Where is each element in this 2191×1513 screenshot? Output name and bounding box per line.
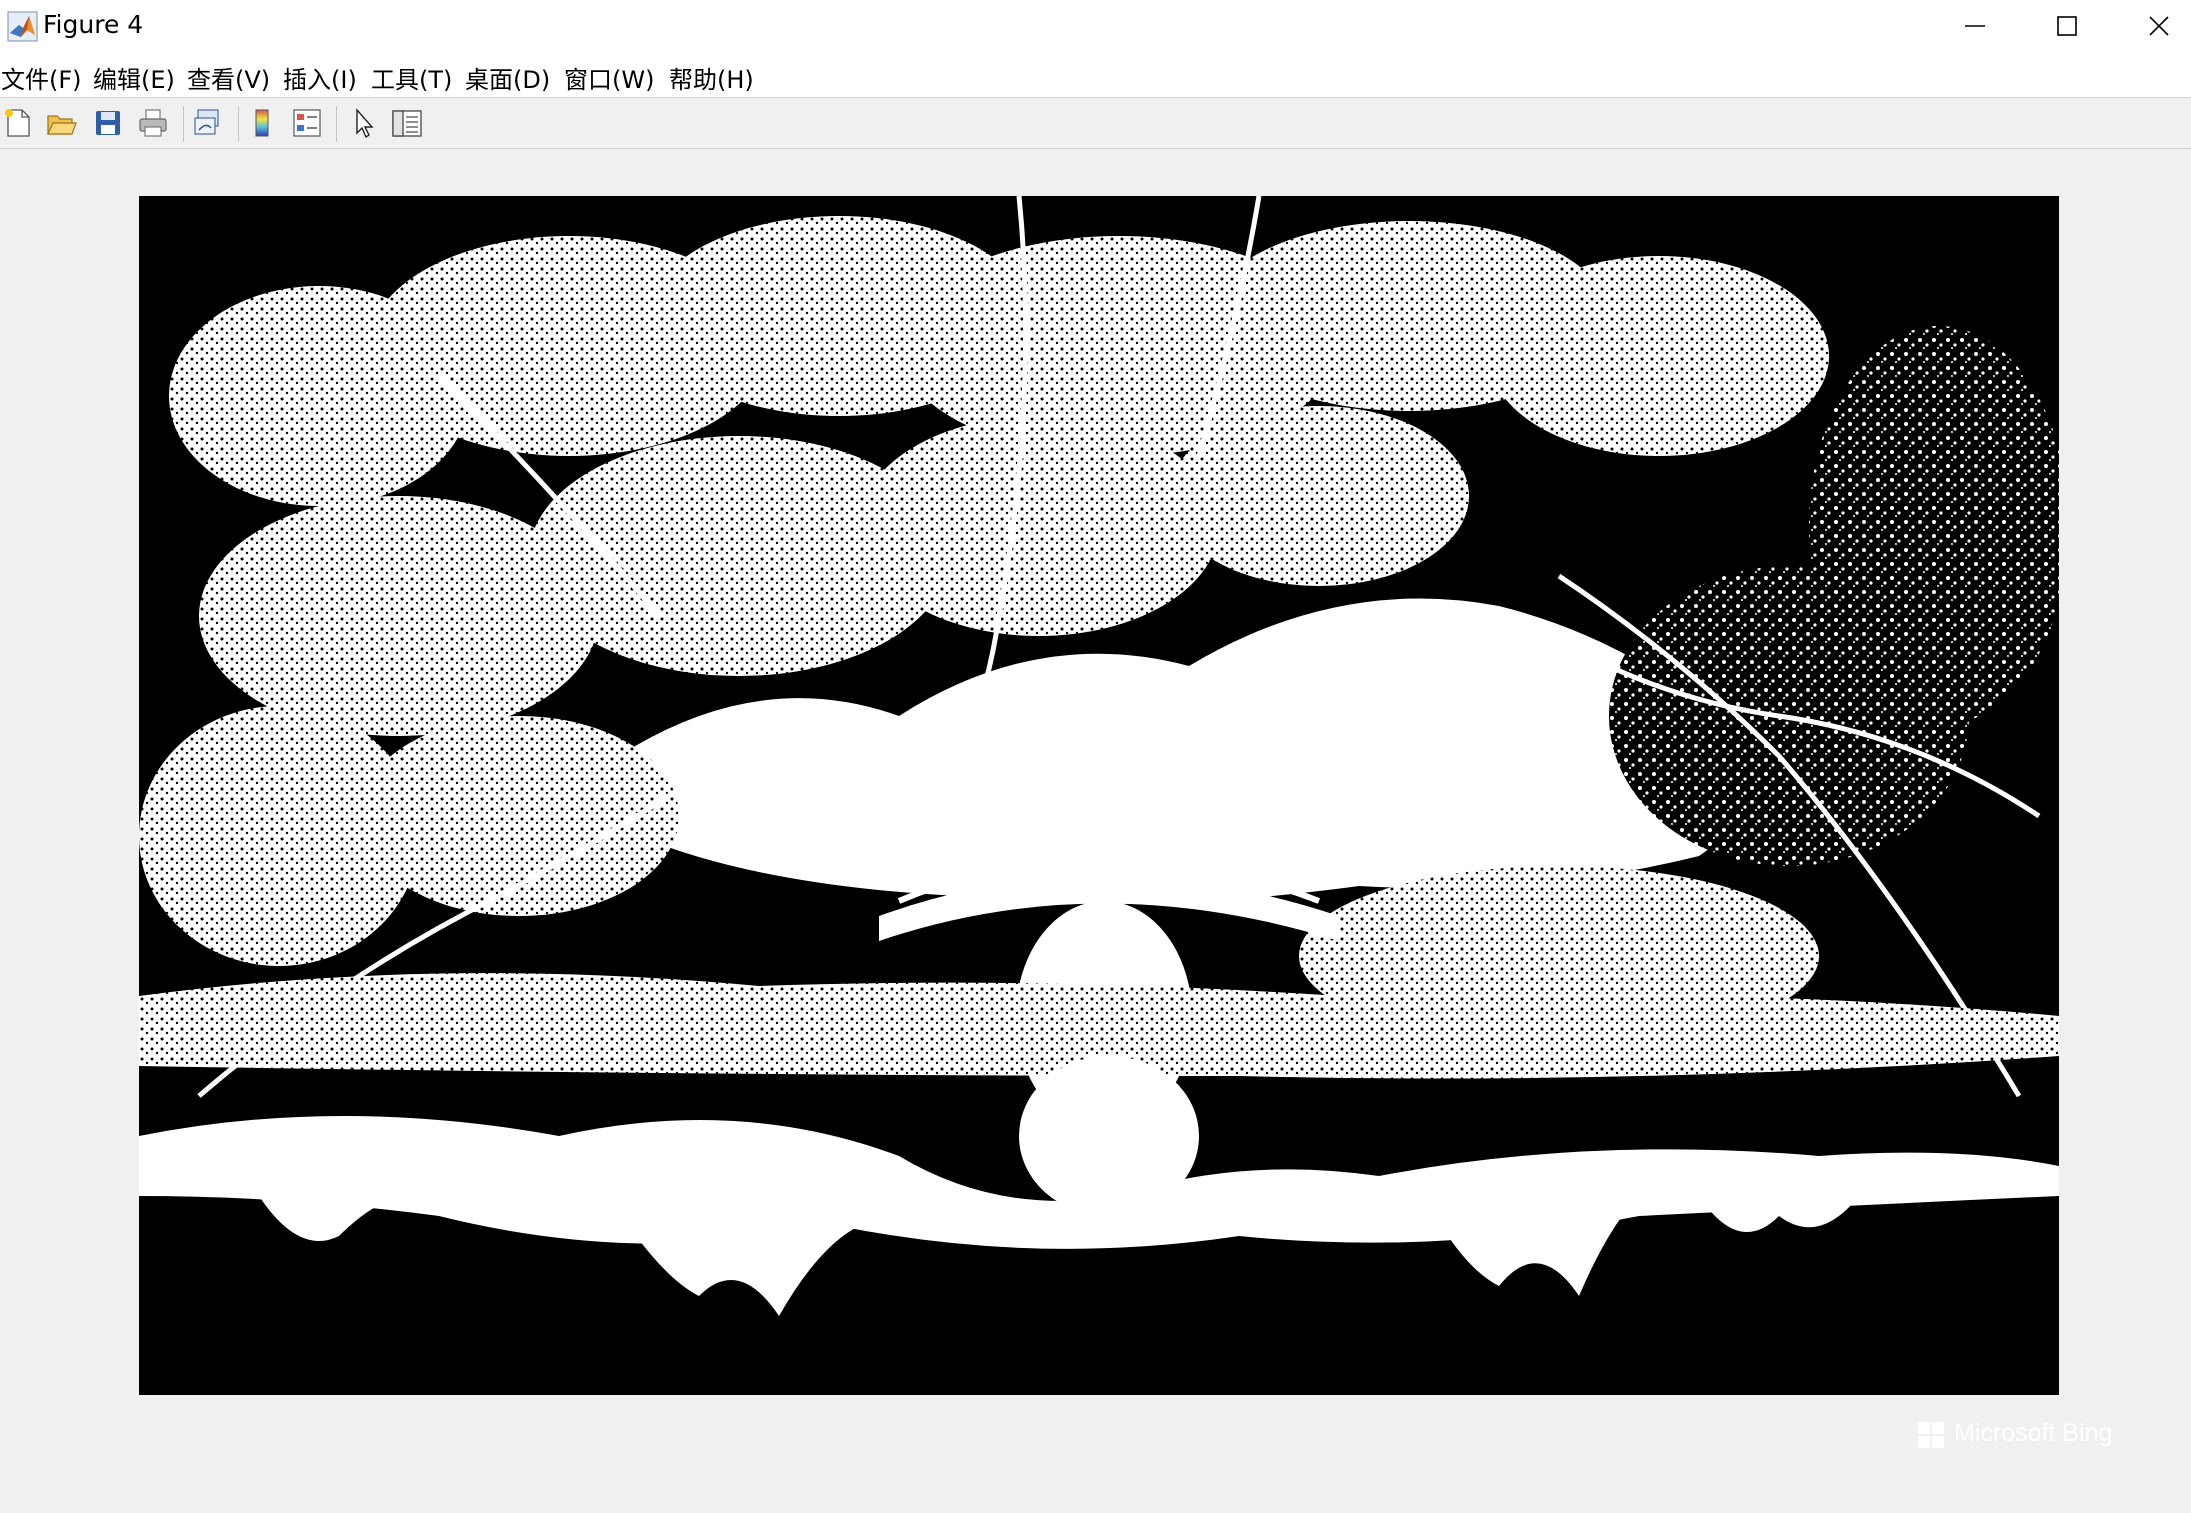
binary-photo <box>139 196 2059 1395</box>
property-inspector-button[interactable] <box>389 105 425 141</box>
save-button[interactable] <box>90 105 126 141</box>
open-file-icon <box>47 115 77 135</box>
watermark-text: Microsoft Bing <box>1954 1419 2113 1447</box>
minimize-button[interactable] <box>1929 0 2021 52</box>
property-inspector-icon <box>392 110 422 137</box>
menu-window[interactable]: 窗口(W) <box>564 60 654 95</box>
edit-plot-arrow-icon <box>356 108 374 139</box>
insert-legend-button[interactable] <box>289 105 325 141</box>
colorbar-icon <box>255 109 269 137</box>
menu-help[interactable]: 帮助(H) <box>669 60 754 95</box>
bing-logo-icon <box>1918 1422 1944 1448</box>
menu-bar: 文件(F) 编辑(E) 查看(V) 插入(I) 工具(T) 桌面(D) 窗口(W… <box>0 52 2191 98</box>
new-figure-icon <box>5 109 30 137</box>
window-title: Figure 4 <box>43 10 144 39</box>
insert-colorbar-button[interactable] <box>244 105 280 141</box>
title-bar[interactable]: Figure 4 <box>0 0 2191 52</box>
legend-icon <box>293 109 321 137</box>
menu-edit[interactable]: 编辑(E) <box>93 60 175 95</box>
link-plot-button[interactable] <box>190 105 226 141</box>
save-icon <box>96 111 120 135</box>
menu-file[interactable]: 文件(F) <box>1 60 82 95</box>
toolbar-separator <box>336 106 337 142</box>
open-file-button[interactable] <box>43 105 79 141</box>
new-figure-button[interactable] <box>0 105 36 141</box>
print-button[interactable] <box>135 105 171 141</box>
edit-plot-button[interactable] <box>346 105 382 141</box>
menu-insert[interactable]: 插入(I) <box>283 60 357 95</box>
maximize-icon <box>2057 16 2077 36</box>
matlab-logo-icon <box>7 11 38 42</box>
print-icon <box>139 109 167 137</box>
figure-axes-image[interactable]: Microsoft Bing <box>139 196 2112 1448</box>
toolbar-separator <box>238 106 239 142</box>
toolbar-separator <box>183 106 184 142</box>
menu-tools[interactable]: 工具(T) <box>371 60 452 95</box>
menu-view[interactable]: 查看(V) <box>187 60 270 95</box>
close-button[interactable] <box>2113 0 2191 52</box>
minimize-icon <box>1965 25 1985 27</box>
link-plot-icon <box>194 109 219 135</box>
figure-toolbar <box>0 98 2191 149</box>
maximize-button[interactable] <box>2021 0 2113 52</box>
close-icon <box>2149 16 2169 36</box>
menu-desktop[interactable]: 桌面(D) <box>465 60 550 95</box>
